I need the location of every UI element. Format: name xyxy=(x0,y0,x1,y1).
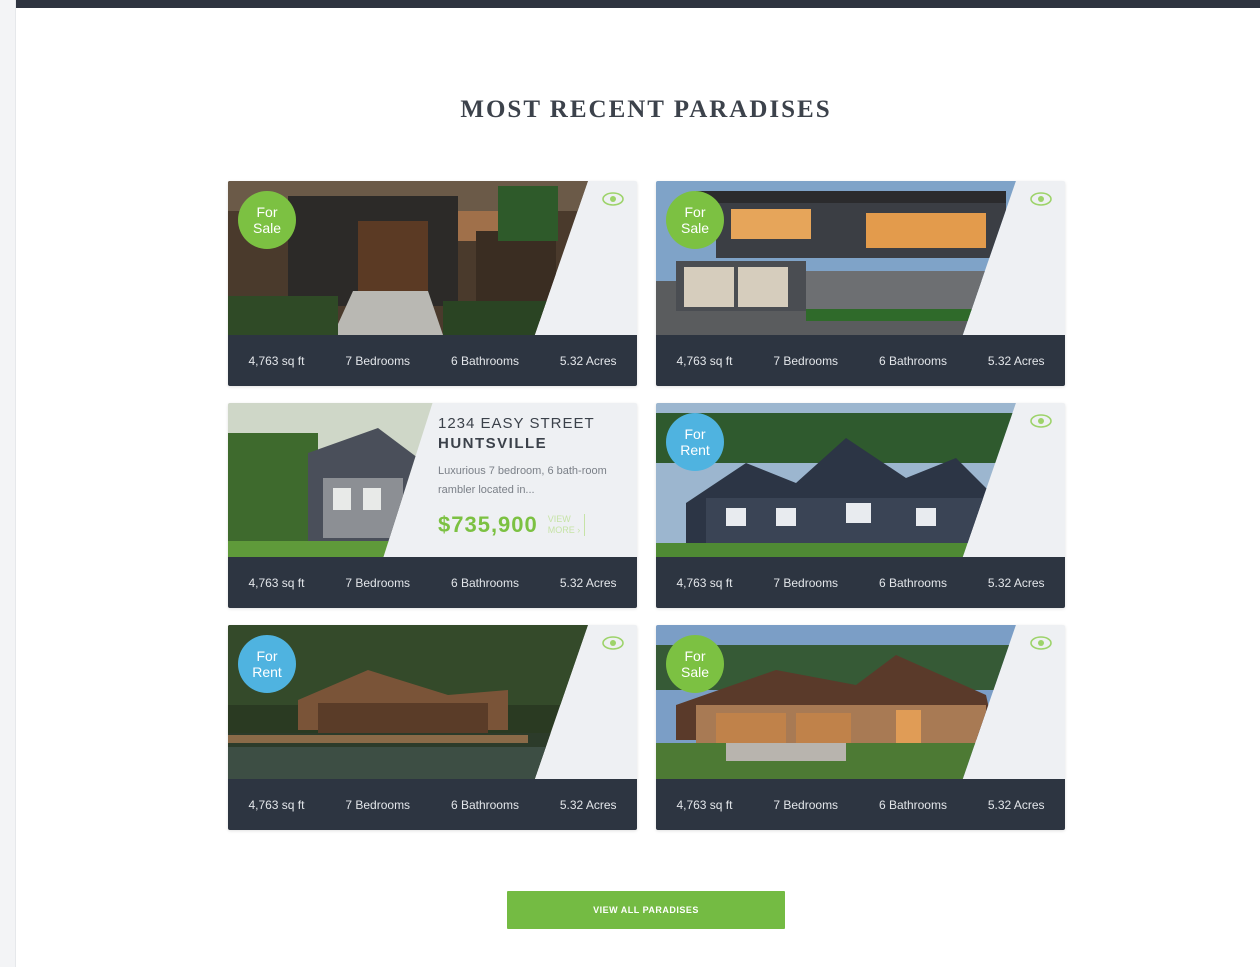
bathrooms-stat: 6 Bathrooms xyxy=(450,353,519,368)
listing-card[interactable]: For Sale 4,763 sq ft 7 Bedrooms 6 Bathro… xyxy=(228,181,637,386)
acres-stat: 5.32 Acres xyxy=(559,575,617,590)
top-nav-bar xyxy=(16,0,1260,8)
status-badge: For Sale xyxy=(238,191,296,249)
bedrooms-stat: 7 Bedrooms xyxy=(773,353,839,368)
listing-stats: 4,763 sq ft 7 Bedrooms 6 Bathrooms 5.32 … xyxy=(228,557,637,608)
section-title: MOST RECENT PARADISES xyxy=(460,96,832,123)
sqft-stat: 4,763 sq ft xyxy=(248,575,305,590)
bathrooms-stat: 6 Bathrooms xyxy=(878,353,947,368)
status-badge: For Rent xyxy=(666,413,724,471)
sqft-stat: 4,763 sq ft xyxy=(676,575,733,590)
listing-stats: 4,763 sq ft 7 Bedrooms 6 Bathrooms 5.32 … xyxy=(656,779,1065,830)
view-more-link[interactable]: VIEW MORE › xyxy=(548,514,586,536)
eye-icon[interactable] xyxy=(1029,191,1053,207)
page-left-edge xyxy=(0,0,16,967)
bathrooms-stat: 6 Bathrooms xyxy=(450,797,519,812)
acres-stat: 5.32 Acres xyxy=(559,797,617,812)
eye-icon[interactable] xyxy=(601,191,625,207)
bedrooms-stat: 7 Bedrooms xyxy=(345,797,411,812)
listing-stats: 4,763 sq ft 7 Bedrooms 6 Bathrooms 5.32 … xyxy=(656,557,1065,608)
bedrooms-stat: 7 Bedrooms xyxy=(773,575,839,590)
eye-icon[interactable] xyxy=(601,635,625,651)
acres-stat: 5.32 Acres xyxy=(987,353,1045,368)
acres-stat: 5.32 Acres xyxy=(987,575,1045,590)
bedrooms-stat: 7 Bedrooms xyxy=(345,575,411,590)
status-badge: For Sale xyxy=(666,191,724,249)
listing-card[interactable]: For Rent 4,763 sq ft 7 Bedrooms 6 Bathro… xyxy=(228,625,637,830)
acres-stat: 5.32 Acres xyxy=(987,797,1045,812)
acres-stat: 5.32 Acres xyxy=(559,353,617,368)
status-badge: For Rent xyxy=(238,635,296,693)
bedrooms-stat: 7 Bedrooms xyxy=(345,353,411,368)
listing-city: HUNTSVILLE xyxy=(438,435,548,452)
listing-card[interactable]: For Sale 4,763 sq ft 7 Bedrooms 6 Bathro… xyxy=(656,181,1065,386)
listing-stats: 4,763 sq ft 7 Bedrooms 6 Bathrooms 5.32 … xyxy=(228,779,637,830)
sqft-stat: 4,763 sq ft xyxy=(676,353,733,368)
listing-address: 1234 EASY STREET xyxy=(438,415,595,432)
sqft-stat: 4,763 sq ft xyxy=(676,797,733,812)
listing-stats: 4,763 sq ft 7 Bedrooms 6 Bathrooms 5.32 … xyxy=(228,335,637,386)
listing-info: 1234 EASY STREET HUNTSVILLE Luxurious 7 … xyxy=(438,415,628,538)
sqft-stat: 4,763 sq ft xyxy=(248,353,305,368)
listing-price: $735,900 xyxy=(438,512,538,537)
bathrooms-stat: 6 Bathrooms xyxy=(450,575,519,590)
eye-icon[interactable] xyxy=(1029,635,1053,651)
listings-grid: For Sale 4,763 sq ft 7 Bedrooms 6 Bathro… xyxy=(228,181,1065,831)
sqft-stat: 4,763 sq ft xyxy=(248,797,305,812)
bathrooms-stat: 6 Bathrooms xyxy=(878,575,947,590)
status-badge: For Sale xyxy=(666,635,724,693)
listing-card[interactable]: For Rent 4,763 sq ft 7 Bedrooms 6 Bathro… xyxy=(656,403,1065,608)
view-all-button[interactable]: VIEW ALL PARADISES xyxy=(507,891,785,929)
listing-description: Luxurious 7 bedroom, 6 bath-room rambler… xyxy=(438,465,607,496)
bedrooms-stat: 7 Bedrooms xyxy=(773,797,839,812)
featured-listing-card[interactable]: 1234 EASY STREET HUNTSVILLE Luxurious 7 … xyxy=(228,403,637,608)
listing-card[interactable]: For Sale 4,763 sq ft 7 Bedrooms 6 Bathro… xyxy=(656,625,1065,830)
eye-icon[interactable] xyxy=(1029,413,1053,429)
bathrooms-stat: 6 Bathrooms xyxy=(878,797,947,812)
listing-stats: 4,763 sq ft 7 Bedrooms 6 Bathrooms 5.32 … xyxy=(656,335,1065,386)
